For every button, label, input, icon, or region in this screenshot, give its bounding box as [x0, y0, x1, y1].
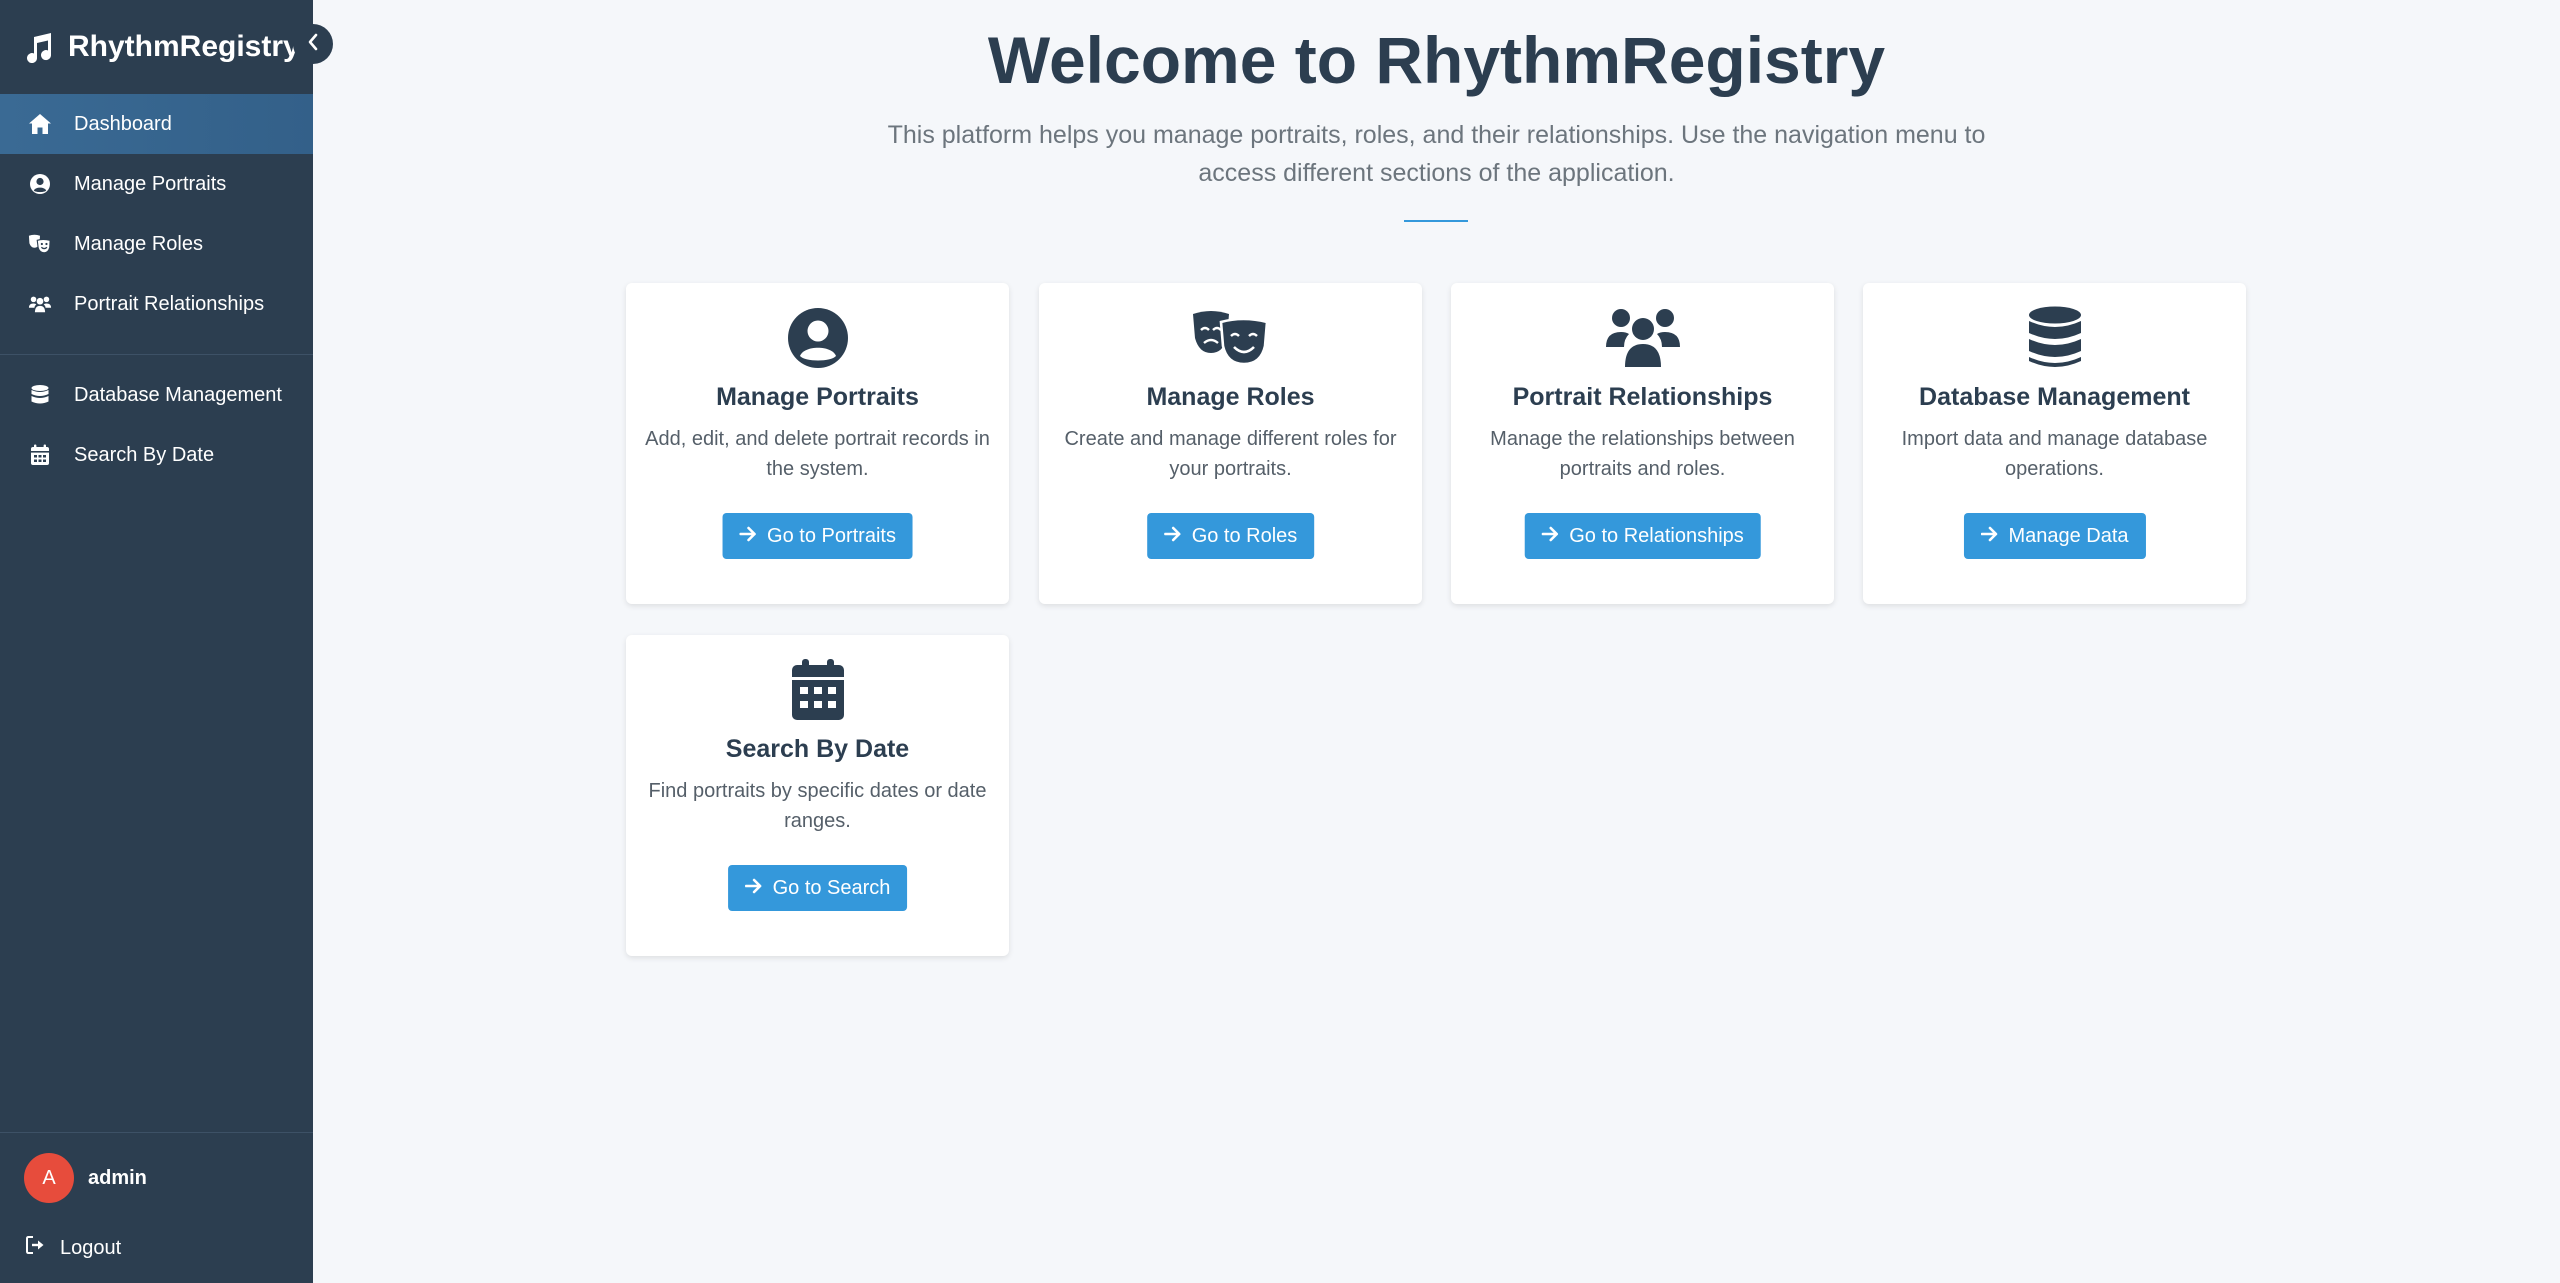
music-note-icon — [24, 31, 54, 63]
sidebar-nav: Dashboard Manage Portraits Manage Roles … — [0, 94, 313, 334]
button-label: Go to Search — [772, 876, 891, 899]
theater-masks-icon — [1039, 303, 1422, 373]
page-subtitle: This platform helps you manage portraits… — [887, 121, 1986, 187]
sidebar-collapse-button[interactable] — [293, 24, 333, 64]
app-name: RhythmRegistry — [68, 30, 300, 63]
manage-data-button[interactable]: Manage Data — [1963, 513, 2146, 559]
avatar: A — [24, 1153, 74, 1203]
card-description: Create and manage different roles for yo… — [1064, 428, 1397, 480]
calendar-icon — [626, 655, 1009, 725]
sidebar-item-manage-portraits[interactable]: Manage Portraits — [0, 154, 313, 214]
arrow-right-icon — [1163, 525, 1182, 548]
sidebar-item-portrait-relationships[interactable]: Portrait Relationships — [0, 274, 313, 334]
users-icon — [1451, 303, 1834, 373]
card-manage-roles: Manage Roles Create and manage different… — [1039, 283, 1422, 604]
user-profile[interactable]: A admin — [0, 1133, 313, 1223]
button-label: Manage Data — [2008, 524, 2129, 547]
sidebar-footer: A admin Logout — [0, 1132, 313, 1283]
card-title: Manage Roles — [1146, 383, 1315, 411]
sidebar-item-database-management[interactable]: Database Management — [0, 365, 313, 425]
database-icon — [28, 383, 52, 407]
sidebar-nav-secondary: Database Management Search By Date — [0, 365, 313, 485]
go-to-relationships-button[interactable]: Go to Relationships — [1524, 513, 1761, 559]
main-content: Welcome to RhythmRegistry This platform … — [313, 0, 2560, 1283]
database-icon — [1863, 303, 2246, 373]
button-label: Go to Roles — [1191, 524, 1298, 547]
sidebar-item-label: Manage Portraits — [74, 172, 227, 195]
card-search-by-date: Search By Date Find portraits by specifi… — [626, 635, 1009, 956]
sidebar-item-search-by-date[interactable]: Search By Date — [0, 425, 313, 485]
arrow-right-icon — [1540, 525, 1559, 548]
card-description: Find portraits by specific dates or date… — [648, 780, 987, 832]
sidebar-item-label: Database Management — [74, 383, 282, 406]
sidebar-item-label: Dashboard — [74, 112, 172, 135]
home-icon — [28, 112, 52, 136]
brand[interactable]: RhythmRegistry — [0, 0, 313, 94]
arrow-right-icon — [738, 525, 757, 548]
card-title: Search By Date — [725, 735, 910, 763]
arrow-right-icon — [744, 877, 763, 900]
sidebar-item-label: Manage Roles — [74, 232, 203, 255]
nav-divider — [0, 354, 313, 355]
sidebar-item-label: Search By Date — [74, 443, 215, 466]
chevron-left-icon — [307, 33, 319, 56]
button-label: Go to Relationships — [1569, 524, 1744, 547]
logout-label: Logout — [60, 1236, 122, 1259]
sidebar: RhythmRegistry Dashboard Manage Portrait… — [0, 0, 313, 1283]
card-description: Add, edit, and delete portrait records i… — [645, 428, 990, 480]
go-to-roles-button[interactable]: Go to Roles — [1146, 513, 1315, 559]
button-label: Go to Portraits — [767, 524, 896, 547]
card-description: Manage the relationships between portrai… — [1490, 428, 1795, 480]
card-title: Database Management — [1919, 383, 2190, 411]
theater-masks-icon — [28, 232, 52, 256]
card-portrait-relationships: Portrait Relationships Manage the relati… — [1451, 283, 1834, 604]
card-description: Import data and manage database operatio… — [1901, 428, 2208, 480]
sidebar-item-dashboard[interactable]: Dashboard — [0, 94, 313, 154]
title-divider — [1404, 220, 1468, 222]
sidebar-item-label: Portrait Relationships — [74, 292, 265, 315]
arrow-right-icon — [1980, 525, 1998, 548]
sidebar-item-manage-roles[interactable]: Manage Roles — [0, 214, 313, 274]
page-title: Welcome to RhythmRegistry — [987, 23, 1886, 97]
username: admin — [88, 1166, 147, 1189]
user-circle-icon — [626, 303, 1009, 373]
go-to-search-button[interactable]: Go to Search — [727, 865, 908, 911]
card-manage-portraits: Manage Portraits Add, edit, and delete p… — [626, 283, 1009, 604]
logout-icon — [26, 1236, 46, 1260]
logout-button[interactable]: Logout — [0, 1223, 313, 1283]
card-database-management: Database Management Import data and mana… — [1863, 283, 2246, 604]
card-title: Manage Portraits — [716, 383, 919, 411]
card-title: Portrait Relationships — [1512, 383, 1773, 411]
user-circle-icon — [28, 172, 52, 196]
users-icon — [28, 292, 52, 316]
go-to-portraits-button[interactable]: Go to Portraits — [722, 513, 913, 559]
calendar-icon — [28, 443, 52, 467]
